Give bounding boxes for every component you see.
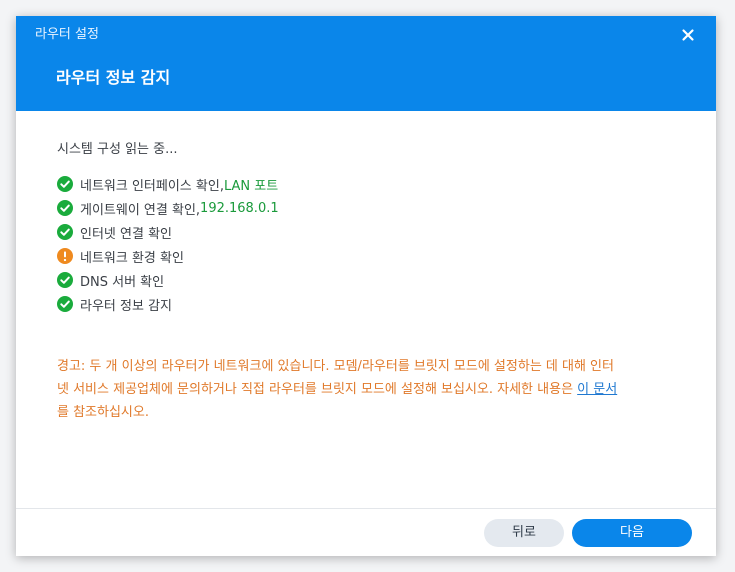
check-item-router-info: 라우터 정보 감지 <box>57 292 677 316</box>
check-label: DNS 서버 확인 <box>80 274 165 290</box>
router-setup-dialog: 라우터 설정 라우터 정보 감지 시스템 구성 읽는 중... 네트워크 인터페… <box>16 16 716 556</box>
check-item-network-environment: 네트워크 환경 확인 <box>57 244 677 268</box>
check-list: 네트워크 인터페이스 확인, LAN 포트 게이트웨이 연결 확인, 192.1… <box>57 172 677 316</box>
check-circle-icon <box>57 200 73 216</box>
detection-content: 시스템 구성 읽는 중... 네트워크 인터페이스 확인, LAN 포트 게이트… <box>57 140 677 316</box>
check-circle-icon <box>57 272 73 288</box>
window-title: 라우터 설정 <box>35 27 99 42</box>
check-circle-icon <box>57 296 73 312</box>
warning-text-line2: 넷 서비스 제공업체에 문의하거나 직접 라우터를 브릿지 모드에 설정해 보십… <box>57 382 578 397</box>
check-circle-icon <box>57 224 73 240</box>
next-button[interactable]: 다음 <box>572 519 692 547</box>
check-label: 네트워크 인터페이스 확인, <box>80 178 224 194</box>
check-label: 라우터 정보 감지 <box>80 298 172 314</box>
status-text: 시스템 구성 읽는 중... <box>57 142 178 157</box>
warning-circle-icon <box>57 248 73 264</box>
check-item-network-interface: 네트워크 인터페이스 확인, LAN 포트 <box>57 172 677 196</box>
warning-message: 경고: 두 개 이상의 라우터가 네트워크에 있습니다. 모뎀/라우터를 브릿지… <box>57 355 673 424</box>
check-item-dns: DNS 서버 확인 <box>57 268 677 292</box>
check-label: 네트워크 환경 확인 <box>80 250 184 266</box>
close-button[interactable] <box>680 27 696 43</box>
check-item-gateway: 게이트웨이 연결 확인, 192.168.0.1 <box>57 196 677 220</box>
page-title: 라우터 정보 감지 <box>56 68 171 87</box>
check-item-internet: 인터넷 연결 확인 <box>57 220 677 244</box>
warning-text-line3: 를 참조하십시오. <box>57 405 149 420</box>
back-button[interactable]: 뒤로 <box>484 519 564 547</box>
dialog-footer: 뒤로 다음 <box>16 508 716 556</box>
document-link[interactable]: 이 문서 <box>577 382 617 397</box>
check-value: LAN 포트 <box>223 178 279 194</box>
dialog-header: 라우터 설정 라우터 정보 감지 <box>16 16 716 111</box>
close-icon <box>682 29 694 41</box>
check-circle-icon <box>57 176 73 192</box>
check-label: 게이트웨이 연결 확인, <box>80 202 201 218</box>
check-label: 인터넷 연결 확인 <box>80 226 172 242</box>
warning-text-line1: 경고: 두 개 이상의 라우터가 네트워크에 있습니다. 모뎀/라우터를 브릿지… <box>57 359 614 374</box>
check-value: 192.168.0.1 <box>200 200 279 216</box>
